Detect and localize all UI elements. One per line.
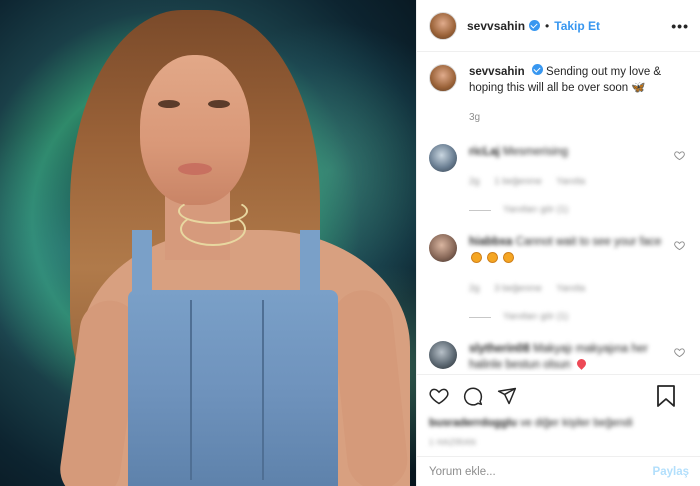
view-replies-button[interactable]: Yanıtları gör (1)	[469, 202, 669, 218]
view-replies-label: Yanıtları gör (1)	[503, 204, 569, 215]
share-icon[interactable]	[497, 386, 517, 406]
comment-content: ricLaj Mesmerising	[469, 144, 669, 160]
heart-icon[interactable]	[674, 347, 685, 358]
photo-eye	[158, 100, 180, 108]
comment-likes[interactable]: 3 beğenme	[494, 283, 542, 294]
avatar[interactable]	[429, 144, 457, 172]
view-replies-label: Yanıtları gör (1)	[503, 311, 569, 322]
view-replies-button[interactable]: Yanıtları gör (1)	[469, 309, 669, 325]
photo-necklace	[180, 212, 246, 246]
likes-user[interactable]: busraderrdogglu	[429, 417, 517, 429]
comment-time[interactable]: 2g	[469, 283, 480, 294]
comment-body: slytherin08 Makyajı makyajına her halinl…	[469, 341, 669, 372]
emoji-icon	[503, 252, 515, 263]
bookmark-icon[interactable]	[657, 385, 675, 407]
comment-meta: 2g 1 beğenme Yanıtla	[469, 174, 669, 190]
emoji-icon	[471, 252, 482, 263]
more-options-icon[interactable]: •••	[671, 18, 689, 34]
comment-text: Mesmerising	[502, 146, 569, 158]
comment-item: slytherin08 Makyajı makyajına her halinl…	[429, 341, 689, 372]
avatar[interactable]	[429, 234, 457, 262]
comment-content: slytherin08 Makyajı makyajına her halinl…	[469, 343, 648, 371]
photo-eye	[208, 100, 230, 108]
heart-icon[interactable]	[674, 150, 685, 161]
post-comment-button[interactable]: Paylaş	[653, 466, 689, 478]
photo-seam	[262, 300, 264, 480]
avatar[interactable]	[429, 11, 457, 40]
verified-badge-icon	[531, 64, 543, 75]
red-heart-emoji-icon	[575, 357, 588, 370]
follow-button[interactable]: Takip Et	[554, 19, 600, 33]
comment-item: ricLaj Mesmerising 2g 1 beğenme Yanıtla …	[429, 144, 689, 218]
photo-seam	[190, 300, 192, 480]
emoji-icon	[487, 252, 499, 263]
comment-input[interactable]: Yorum ekle...	[429, 466, 653, 478]
post-photo[interactable]	[0, 0, 416, 486]
caption-username[interactable]: sevvsahin	[469, 66, 525, 78]
like-heart-icon[interactable]	[429, 386, 449, 406]
instagram-post: sevvsahin • Takip Et ••• sevvsahin Sendi…	[0, 0, 700, 486]
action-icons	[429, 383, 689, 409]
comments-list[interactable]: sevvsahin Sending out my love & hoping t…	[417, 52, 700, 372]
photo-face	[140, 55, 250, 205]
post-actions: busraderrdogglu ve diğer kişiler beğendi…	[417, 374, 700, 447]
comment-text: Cannot wait to see your face	[515, 236, 662, 248]
add-comment-bar: Yorum ekle... Paylaş	[417, 456, 700, 486]
comment-body: hiabbxa Cannot wait to see your face 2g …	[469, 234, 669, 325]
caption-time[interactable]: 3g	[469, 110, 669, 126]
likes-summary[interactable]: busraderrdogglu ve diğer kişiler beğendi	[429, 417, 689, 429]
post-side-panel: sevvsahin • Takip Et ••• sevvsahin Sendi…	[416, 0, 700, 486]
post-header: sevvsahin • Takip Et •••	[417, 0, 700, 52]
comment-body: ricLaj Mesmerising 2g 1 beğenme Yanıtla …	[469, 144, 669, 218]
likes-suffix: ve diğer kişiler beğendi	[520, 417, 633, 429]
heart-icon[interactable]	[674, 240, 685, 251]
post-date: 1 HAZİRAN	[429, 437, 477, 447]
photo-denim-top	[128, 290, 338, 486]
comment-likes[interactable]: 1 beğenme	[494, 176, 542, 187]
emoji-row	[469, 251, 669, 267]
photo-lips	[178, 163, 212, 175]
reply-button[interactable]: Yanıtla	[556, 283, 585, 294]
reply-button[interactable]: Yanıtla	[556, 176, 585, 187]
comment-time[interactable]: 2g	[469, 176, 480, 187]
header-username[interactable]: sevvsahin	[467, 19, 525, 33]
comment-username[interactable]: ricLaj	[469, 146, 500, 158]
avatar[interactable]	[429, 341, 457, 369]
separator-dot: •	[545, 18, 550, 33]
caption: sevvsahin Sending out my love & hoping t…	[429, 64, 689, 126]
comment-username[interactable]: slytherin08	[469, 343, 530, 355]
comment-content: hiabbxa Cannot wait to see your face	[469, 234, 669, 250]
verified-badge-icon	[529, 20, 541, 31]
comment-username[interactable]: hiabbxa	[469, 236, 512, 248]
comment-meta: 2g 3 beğenme Yanıtla	[469, 281, 669, 297]
avatar[interactable]	[429, 64, 457, 92]
comment-item: hiabbxa Cannot wait to see your face 2g …	[429, 234, 689, 325]
comment-icon[interactable]	[463, 386, 483, 406]
caption-body: sevvsahin Sending out my love & hoping t…	[469, 64, 669, 126]
